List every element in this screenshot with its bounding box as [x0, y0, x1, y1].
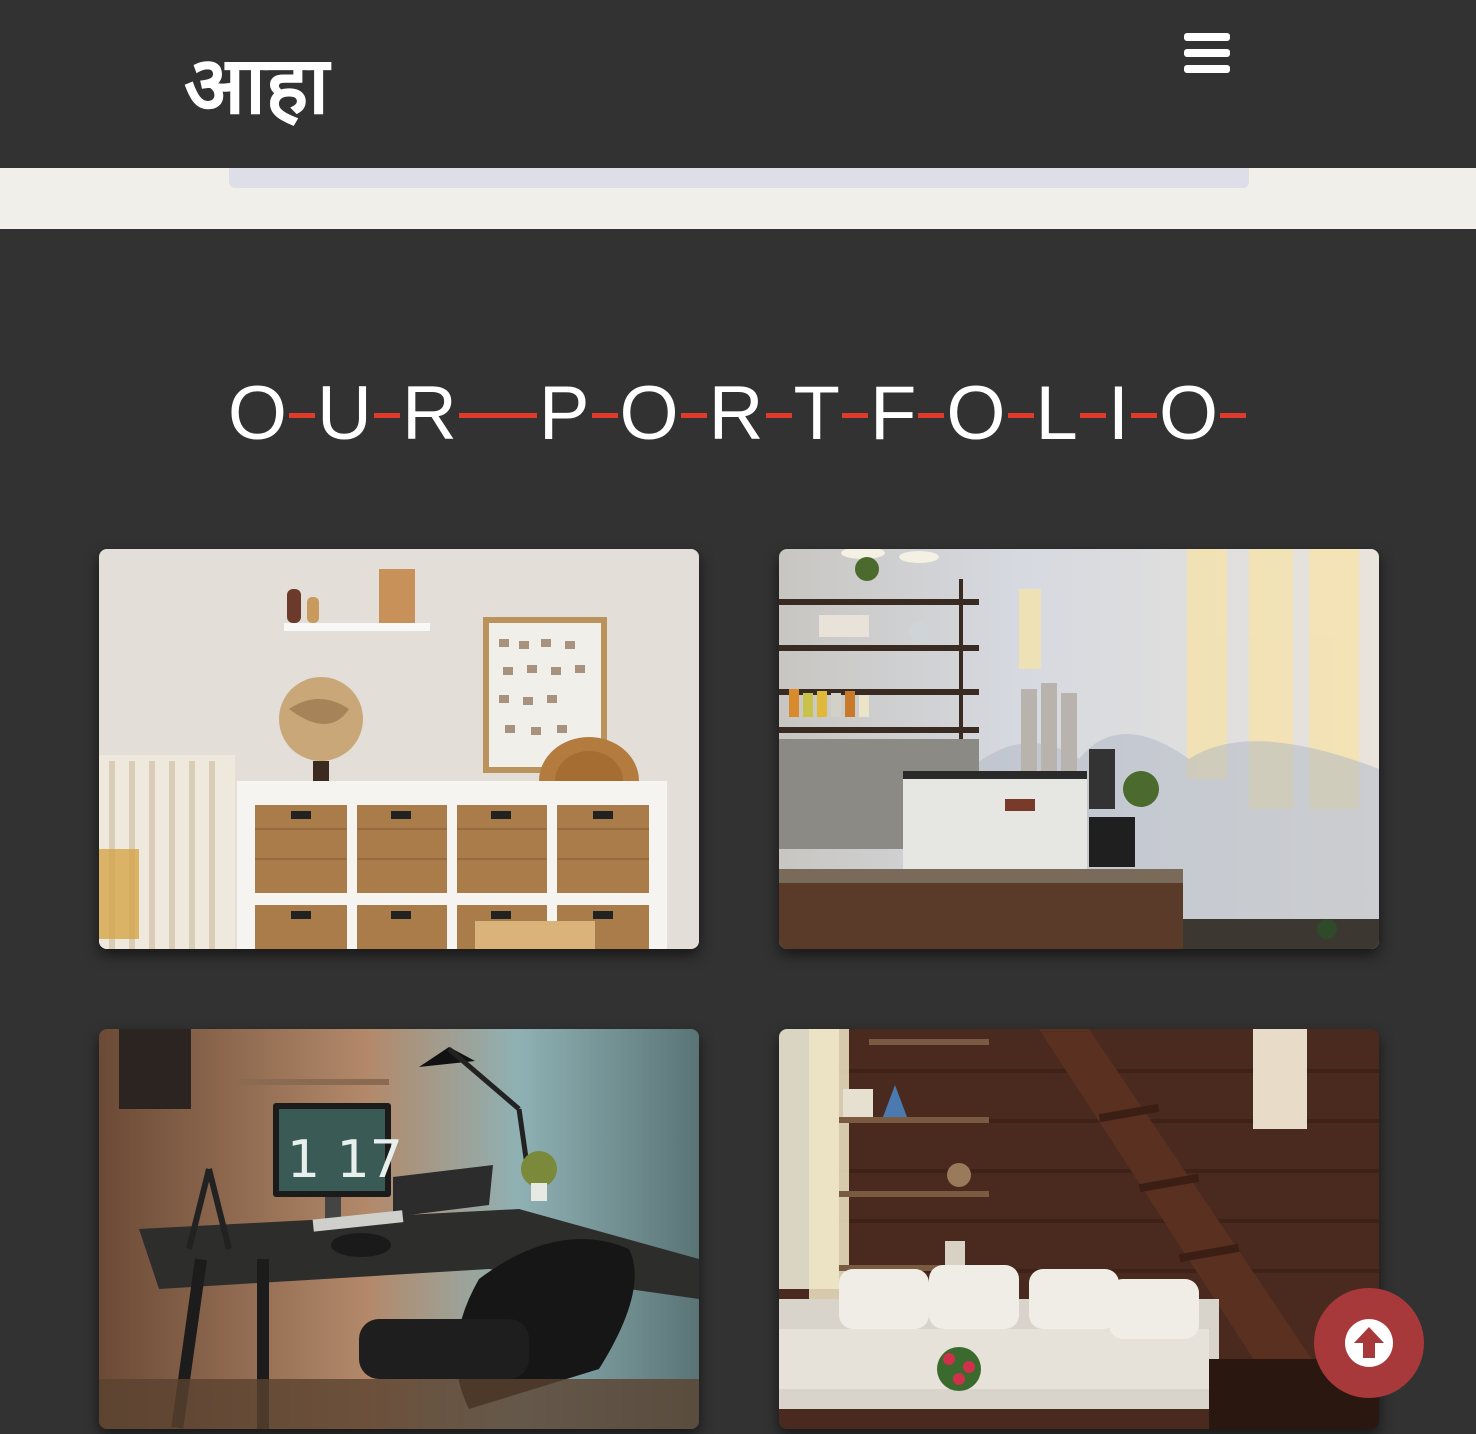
portfolio-card-wooden-cabin[interactable] — [779, 1029, 1379, 1429]
title-letter: T — [793, 371, 840, 456]
site-header: आहा — [0, 0, 1476, 168]
scroll-to-top-button[interactable] — [1314, 1288, 1424, 1398]
title-dash — [289, 412, 316, 418]
title-dash — [918, 412, 945, 418]
title-letter: O — [1158, 371, 1219, 456]
portfolio-card-home-office[interactable]: 1 17 — [99, 1029, 699, 1429]
title-dash — [1130, 412, 1157, 418]
svg-text:1 17: 1 17 — [287, 1130, 403, 1190]
title-dash — [1079, 412, 1106, 418]
title-letter: I — [1107, 371, 1129, 456]
title-letter: U — [317, 371, 372, 456]
title-dash — [680, 412, 707, 418]
portfolio-card-coffee-shop[interactable] — [779, 549, 1379, 949]
title-dash — [1220, 412, 1247, 418]
title-dash — [591, 412, 618, 418]
site-logo[interactable]: आहा — [184, 36, 329, 136]
coffee-shop-image — [779, 549, 1379, 949]
title-letter: R — [401, 371, 457, 456]
title-letter: F — [869, 371, 917, 456]
title-letter: O — [227, 371, 288, 456]
title-letter: L — [1035, 371, 1078, 456]
title-letter: O — [619, 371, 679, 456]
title-dash — [841, 412, 868, 418]
nursery-room-image — [99, 549, 699, 949]
portfolio-card-nursery[interactable] — [99, 549, 699, 949]
arrow-up-circle-icon — [1345, 1319, 1393, 1367]
hero-image-edge — [229, 168, 1249, 188]
wooden-cabin-image — [779, 1029, 1379, 1429]
title-dash — [458, 412, 537, 418]
hamburger-menu-icon[interactable] — [1184, 33, 1230, 73]
title-dash — [1007, 412, 1034, 418]
title-letter: P — [538, 371, 590, 456]
title-dash — [373, 412, 400, 418]
title-letter: R — [708, 371, 764, 456]
title-letter: O — [946, 371, 1006, 456]
hero-bottom-strip — [0, 168, 1476, 229]
portfolio-section-title: O U R P O R T F O L I O — [0, 372, 1476, 456]
home-office-image: 1 17 — [99, 1029, 699, 1429]
title-dash — [765, 412, 792, 418]
